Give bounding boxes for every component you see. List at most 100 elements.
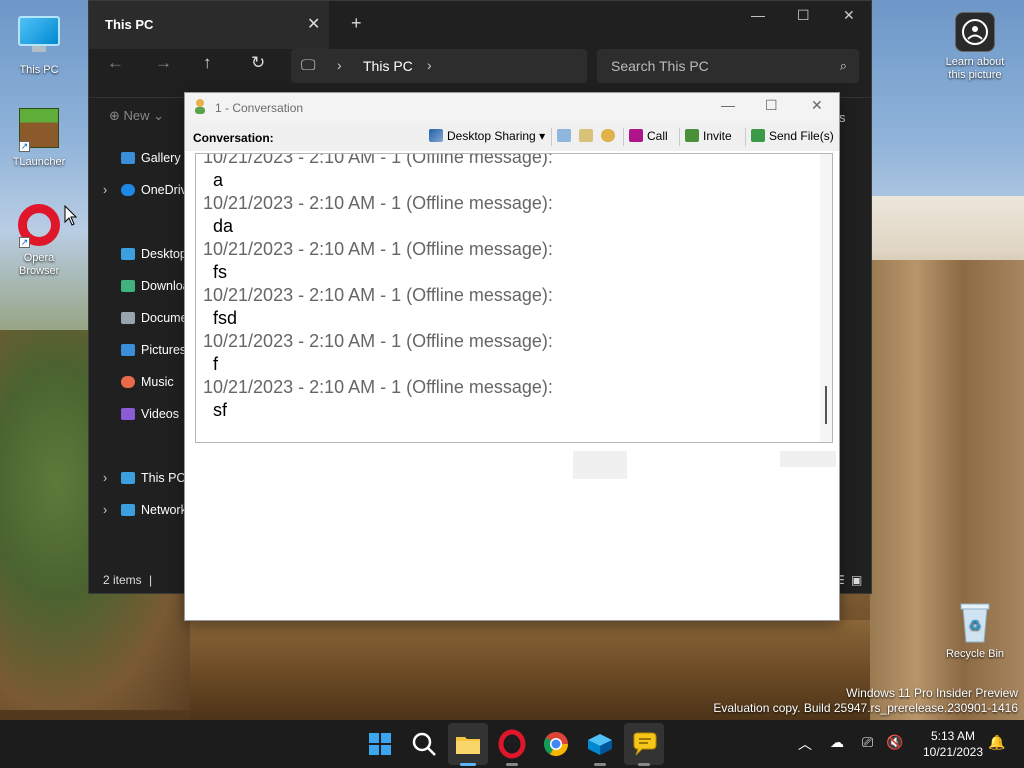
desktop-icon-recycle-bin[interactable]: ♻ Recycle Bin bbox=[938, 600, 1012, 661]
computer-icon: 🖵 bbox=[301, 57, 316, 74]
monitor-icon bbox=[17, 16, 61, 60]
search-icon: ⌕ bbox=[839, 58, 847, 73]
placeholder-panel bbox=[780, 451, 836, 467]
forward-icon[interactable]: → bbox=[155, 53, 172, 73]
close-tab-icon[interactable]: ✕ bbox=[307, 14, 320, 34]
minimize-icon[interactable]: — bbox=[721, 97, 735, 113]
desktop-icon-tlauncher[interactable]: ↗ TLauncher bbox=[3, 106, 75, 169]
app-box-icon[interactable] bbox=[584, 728, 616, 766]
refresh-icon[interactable]: ↻ bbox=[251, 53, 265, 73]
chevron-right-icon[interactable]: › bbox=[427, 57, 432, 73]
opera-icon[interactable] bbox=[496, 728, 528, 766]
up-icon[interactable]: ↑ bbox=[203, 53, 212, 73]
scrollbar-thumb[interactable] bbox=[825, 386, 827, 424]
conversation-window[interactable]: 1 - Conversation — ☐ ✕ Conversation: Des… bbox=[184, 92, 840, 621]
running-indicator bbox=[506, 763, 518, 766]
chevron-right-icon[interactable]: › bbox=[103, 471, 107, 485]
address-bar[interactable]: 🖵 › This PC › bbox=[291, 49, 587, 83]
desktop-icon-this-pc[interactable]: This PC bbox=[3, 10, 75, 77]
search-icon[interactable] bbox=[408, 728, 440, 760]
maximize-icon[interactable]: ☐ bbox=[765, 97, 778, 114]
document-icon bbox=[121, 312, 135, 324]
clock[interactable]: 5:13 AM 10/21/2023 bbox=[912, 728, 994, 760]
onedrive-status-icon[interactable]: ☁ bbox=[830, 734, 844, 751]
chat-app-icon[interactable] bbox=[628, 728, 660, 766]
chevron-up-icon[interactable]: ︿ bbox=[798, 734, 812, 754]
desktop-icon-spotlight[interactable]: Learn about this picture bbox=[938, 12, 1012, 82]
conversation-label: Conversation: bbox=[193, 131, 274, 145]
back-icon[interactable]: ← bbox=[107, 53, 124, 73]
shortcut-arrow-icon: ↗ bbox=[19, 237, 30, 248]
toolbar-separator bbox=[551, 128, 552, 146]
network-icon bbox=[121, 504, 135, 516]
svg-text:♻: ♻ bbox=[969, 617, 982, 633]
desktop-sharing-button[interactable]: Desktop Sharing ▾ bbox=[429, 129, 545, 143]
sidebar-item-onedrive[interactable]: ›OneDrive bbox=[103, 183, 187, 203]
conversation-titlebar[interactable]: 1 - Conversation — ☐ ✕ bbox=[185, 93, 839, 121]
navigation-bar: ← → ↑ ↻ 🖵 › This PC › Search This PC ⌕ bbox=[89, 45, 871, 87]
tiles-view-icon[interactable]: ▣ bbox=[851, 573, 862, 587]
cloud-icon bbox=[121, 184, 135, 196]
sidebar-item-this-pc[interactable]: › This PC bbox=[103, 471, 187, 491]
toolbar-separator bbox=[679, 128, 680, 146]
chevron-right-icon[interactable]: › bbox=[103, 183, 107, 197]
pictures-icon bbox=[121, 344, 135, 356]
invite-button[interactable]: Invite bbox=[685, 129, 732, 143]
chevron-right-icon[interactable]: › bbox=[103, 503, 107, 517]
message-header: 10/21/2023 - 2:10 AM - 1 (Offline messag… bbox=[203, 153, 553, 167]
history-button[interactable] bbox=[557, 129, 575, 143]
search-input[interactable]: Search This PC ⌕ bbox=[597, 49, 859, 83]
grass-block-icon: ↗ bbox=[17, 108, 61, 152]
breadcrumb[interactable]: This PC bbox=[363, 58, 413, 74]
chevron-right-icon: › bbox=[337, 57, 342, 73]
new-button[interactable]: ⊕ New ⌄ bbox=[109, 108, 164, 124]
window-title: 1 - Conversation bbox=[215, 101, 304, 115]
start-icon[interactable] bbox=[364, 728, 396, 760]
minimize-icon[interactable]: — bbox=[751, 7, 765, 23]
network-icon[interactable]: ⎚ bbox=[862, 734, 873, 751]
message-header: 10/21/2023 - 2:10 AM - 1 (Offline messag… bbox=[203, 285, 553, 305]
toolbar-separator bbox=[745, 128, 746, 146]
explorer-tab[interactable]: This PC ✕ bbox=[89, 1, 329, 49]
list-item: 10/21/2023 - 2:10 AM - 1 (Offline messag… bbox=[196, 192, 816, 238]
send-file-icon bbox=[751, 129, 765, 142]
windows-watermark: Windows 11 Pro Insider Preview Evaluatio… bbox=[713, 686, 1018, 716]
notification-bell-icon[interactable]: 🔔 bbox=[988, 734, 1005, 751]
user-icon bbox=[195, 99, 205, 114]
recycle-bin-icon: ♻ bbox=[953, 600, 997, 644]
shortcut-arrow-icon: ↗ bbox=[19, 141, 30, 152]
desktop-icon-label: Recycle Bin bbox=[945, 648, 1005, 660]
new-tab-button[interactable]: + bbox=[351, 13, 362, 34]
new-label: New bbox=[123, 108, 150, 123]
message-list: 10/21/2023 - 2:10 AM - 1 (Offline messag… bbox=[196, 153, 816, 422]
gallery-icon bbox=[121, 152, 135, 164]
placeholder-panel bbox=[573, 451, 627, 479]
scrollbar[interactable] bbox=[820, 154, 832, 442]
call-button[interactable]: Call bbox=[629, 129, 668, 143]
opera-icon: ↗ bbox=[17, 204, 61, 248]
watermark-line: Evaluation copy. Build 25947.rs_prerelea… bbox=[713, 701, 1018, 715]
volume-muted-icon[interactable]: 🔇 bbox=[886, 734, 903, 751]
download-icon bbox=[121, 280, 135, 292]
message-header: 10/21/2023 - 2:10 AM - 1 (Offline messag… bbox=[203, 331, 553, 351]
running-indicator bbox=[460, 763, 476, 766]
close-icon[interactable]: ✕ bbox=[843, 7, 855, 24]
chrome-icon[interactable] bbox=[540, 728, 572, 760]
send-files-button[interactable]: Send File(s) bbox=[751, 129, 834, 143]
desktop-folder-icon bbox=[121, 248, 135, 260]
close-icon[interactable]: ✕ bbox=[811, 97, 823, 114]
search-placeholder: Search This PC bbox=[611, 58, 709, 74]
list-item: 10/21/2023 - 2:10 AM - 1 (Offline messag… bbox=[196, 330, 816, 376]
message-history[interactable]: 10/21/2023 - 2:10 AM - 1 (Offline messag… bbox=[195, 153, 833, 443]
file-explorer-icon[interactable] bbox=[452, 728, 484, 766]
sidebar-item-network[interactable]: › Network bbox=[103, 503, 187, 523]
desktop-icon-label: This PC bbox=[19, 64, 59, 76]
contact-info-button[interactable] bbox=[579, 129, 597, 143]
emoticons-button[interactable] bbox=[601, 129, 619, 143]
list-item: 10/21/2023 - 2:10 AM - 1 (Offline messag… bbox=[196, 284, 816, 330]
message-header: 10/21/2023 - 2:10 AM - 1 (Offline messag… bbox=[203, 193, 553, 213]
mouse-cursor-icon bbox=[64, 205, 78, 226]
message-text: a bbox=[213, 170, 224, 190]
dropdown-arrow-icon: ▾ bbox=[539, 129, 546, 143]
maximize-icon[interactable]: ☐ bbox=[797, 7, 810, 24]
